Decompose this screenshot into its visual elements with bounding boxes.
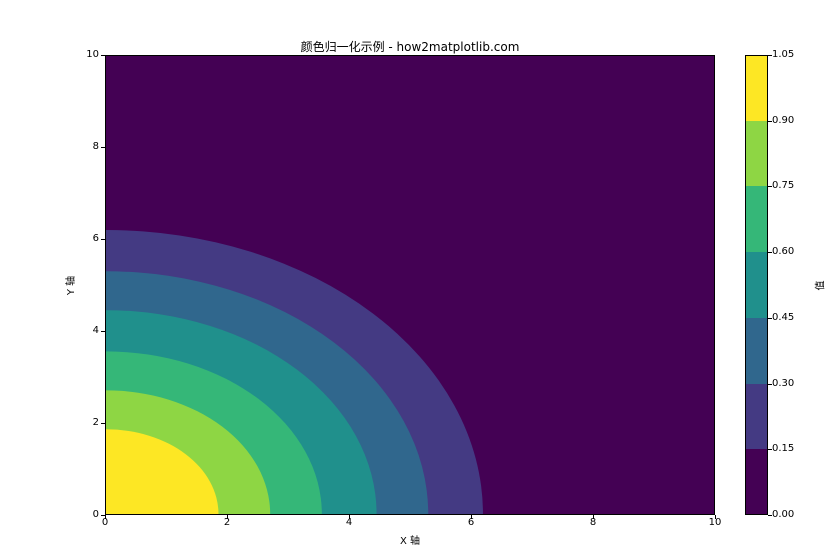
figure: 颜色归一化示例 - how2matplotlib.com X 轴 Y 轴 0 2 4… xyxy=(0,0,840,560)
y-tick-label: 0 xyxy=(75,509,99,520)
colorbar-tick-label: 0.60 xyxy=(772,246,794,257)
colorbar-segment xyxy=(745,449,768,515)
y-tick-label: 4 xyxy=(75,325,99,336)
colorbar-tick-label: 0.90 xyxy=(772,115,794,126)
x-tick-label: 2 xyxy=(207,517,247,528)
colorbar-tick-label: 0.00 xyxy=(772,509,794,520)
x-tick-label: 6 xyxy=(451,517,491,528)
colorbar-segment xyxy=(745,384,768,450)
y-tick-mark xyxy=(101,239,105,240)
colorbar-label: 值 xyxy=(812,55,826,515)
x-tick-label: 10 xyxy=(695,517,735,528)
x-tick-label: 4 xyxy=(329,517,369,528)
colorbar-segment xyxy=(745,252,768,318)
colorbar-tick-label: 0.15 xyxy=(772,443,794,454)
contour-plot xyxy=(106,56,714,514)
colorbar-segment xyxy=(745,55,768,121)
y-axis-label: Y 轴 xyxy=(63,55,77,515)
x-tick-label: 8 xyxy=(573,517,613,528)
y-tick-label: 8 xyxy=(75,141,99,152)
colorbar-tick-label: 1.05 xyxy=(772,49,794,60)
colorbar-segment xyxy=(745,121,768,187)
plot-area xyxy=(105,55,715,515)
y-tick-mark xyxy=(101,55,105,56)
y-tick-mark xyxy=(101,423,105,424)
y-tick-label: 10 xyxy=(75,49,99,60)
y-tick-mark xyxy=(101,331,105,332)
colorbar-tick-label: 0.30 xyxy=(772,378,794,389)
colorbar-tick-label: 0.45 xyxy=(772,312,794,323)
y-tick-label: 2 xyxy=(75,417,99,428)
y-tick-label: 6 xyxy=(75,233,99,244)
plot-title: 颜色归一化示例 - how2matplotlib.com xyxy=(105,38,715,55)
y-tick-mark xyxy=(101,147,105,148)
colorbar-segment xyxy=(745,186,768,252)
colorbar-tick-label: 0.75 xyxy=(772,180,794,191)
colorbar-segment xyxy=(745,318,768,384)
y-tick-mark xyxy=(101,515,105,516)
colorbar xyxy=(745,55,768,515)
x-axis-label: X 轴 xyxy=(105,532,715,547)
